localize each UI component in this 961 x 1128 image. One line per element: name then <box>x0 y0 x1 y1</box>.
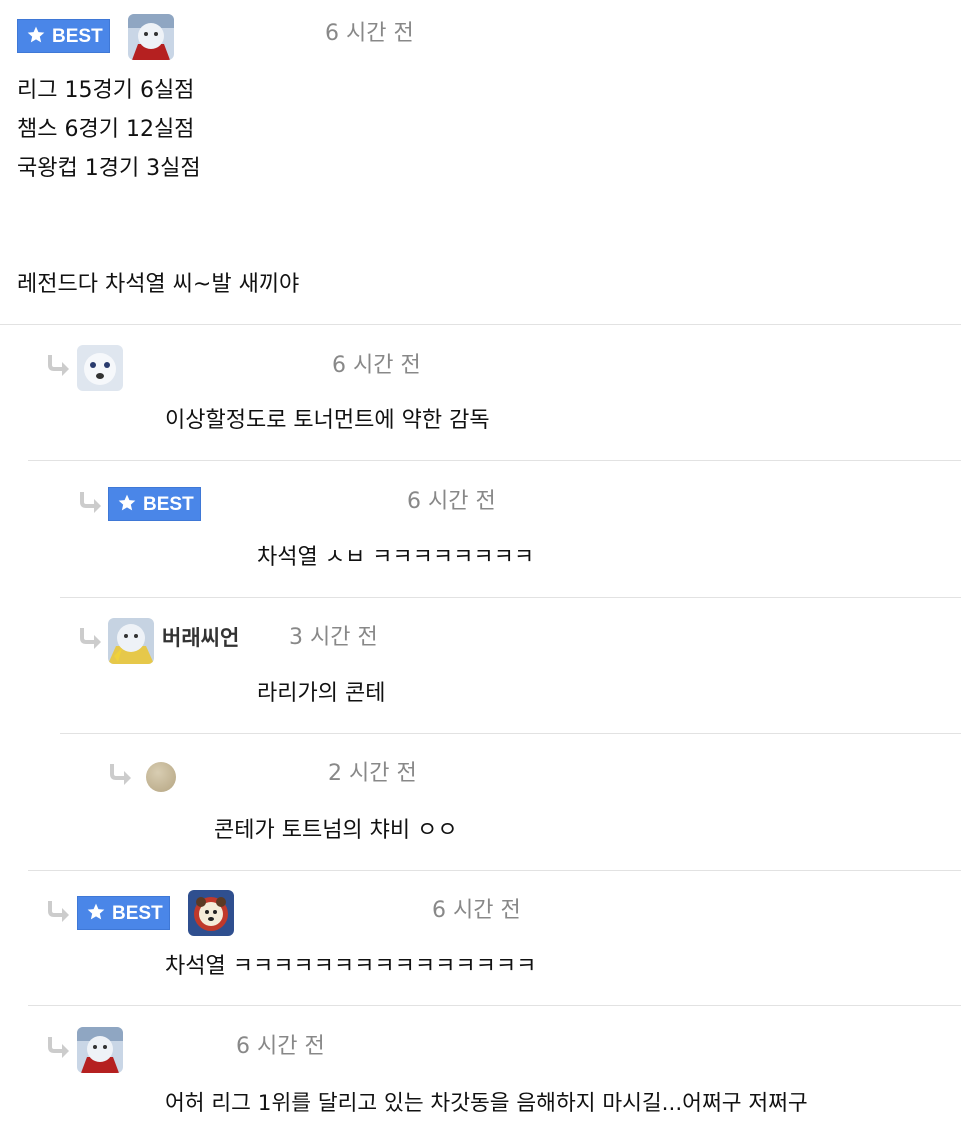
divider <box>60 597 961 598</box>
divider <box>60 733 961 734</box>
comment-text: 콘테가 토트넘의 챠비 ㅇㅇ <box>214 818 458 843</box>
divider <box>28 460 961 461</box>
reply-arrow-icon <box>110 764 131 785</box>
divider <box>28 870 961 871</box>
reply-arrow-icon <box>80 628 101 649</box>
comment-line: 챔스 6경기 12실점 <box>17 117 195 142</box>
best-badge: BEST <box>17 19 110 53</box>
star-icon <box>87 903 105 920</box>
comment-text: 이상할정도로 토너먼트에 약한 감독 <box>165 408 490 433</box>
comment-text: 어허 리그 1위를 달리고 있는 차갓동을 음해하지 마시길...어쩌구 저쩌구 <box>165 1091 808 1116</box>
comment-time: 6 시간 전 <box>432 898 521 923</box>
best-badge: BEST <box>108 487 201 521</box>
reply-arrow-icon <box>48 355 69 376</box>
nickname[interactable]: 버래씨언 <box>162 623 239 653</box>
divider <box>28 1005 961 1006</box>
comment-text: 차석열 ㅅㅂ ㅋㅋㅋㅋㅋㅋㅋㅋ <box>257 545 535 570</box>
reply-arrow-icon <box>48 901 69 922</box>
avatar[interactable] <box>77 345 123 391</box>
comment-text: 차석열 ㅋㅋㅋㅋㅋㅋㅋㅋㅋㅋㅋㅋㅋㅋㅋ <box>165 954 537 979</box>
comment-text: 라리가의 콘테 <box>257 681 386 706</box>
default-avatar[interactable] <box>146 762 176 792</box>
avatar[interactable] <box>108 618 154 664</box>
avatar[interactable] <box>128 14 174 60</box>
best-badge: BEST <box>77 896 170 930</box>
avatar[interactable] <box>188 890 234 936</box>
comment-time: 2 시간 전 <box>328 761 417 786</box>
divider <box>0 324 961 325</box>
star-icon <box>27 26 45 43</box>
star-icon <box>118 494 136 511</box>
comment-time: 6 시간 전 <box>325 21 414 46</box>
comment-line: 레전드다 차석열 씨~발 새끼야 <box>17 272 300 297</box>
comment-time: 6 시간 전 <box>407 489 496 514</box>
comment-time: 6 시간 전 <box>332 353 421 378</box>
reply-arrow-icon <box>80 492 101 513</box>
comment-line: 국왕컵 1경기 3실점 <box>17 156 201 181</box>
avatar[interactable] <box>77 1027 123 1073</box>
reply-arrow-icon <box>48 1037 69 1058</box>
comment-line: 리그 15경기 6실점 <box>17 78 195 103</box>
comment-time: 6 시간 전 <box>236 1034 325 1059</box>
comment-time: 3 시간 전 <box>289 625 378 650</box>
